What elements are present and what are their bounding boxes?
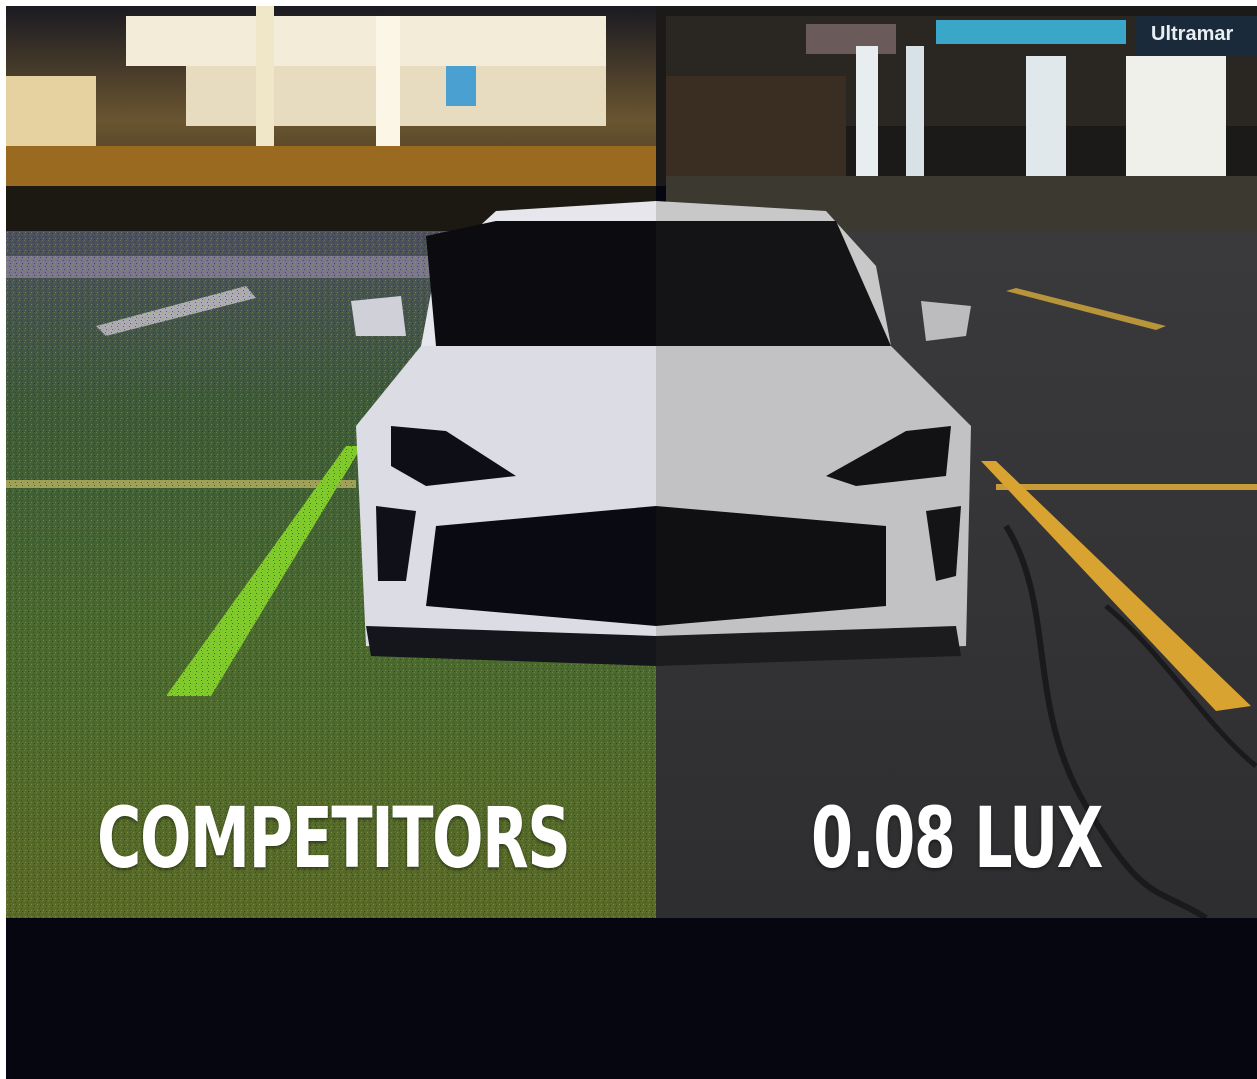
lux-label: 0.08 LUX <box>811 789 1103 887</box>
lux-scene: Ultramar <box>656 6 1257 918</box>
competitors-label: COMPETITORS <box>96 789 571 887</box>
footer-band <box>6 918 1257 1079</box>
night-photo-comparison: Ultramar COMPETITORS 0.08 LUX <box>6 6 1257 918</box>
competitors-half <box>6 6 656 918</box>
lux-half: Ultramar <box>656 6 1257 918</box>
comparison-image: Ultramar COMPETITORS 0.08 LUX <box>6 6 1257 1079</box>
ultramar-sign: Ultramar <box>1151 23 1233 45</box>
competitors-scene <box>6 6 656 918</box>
